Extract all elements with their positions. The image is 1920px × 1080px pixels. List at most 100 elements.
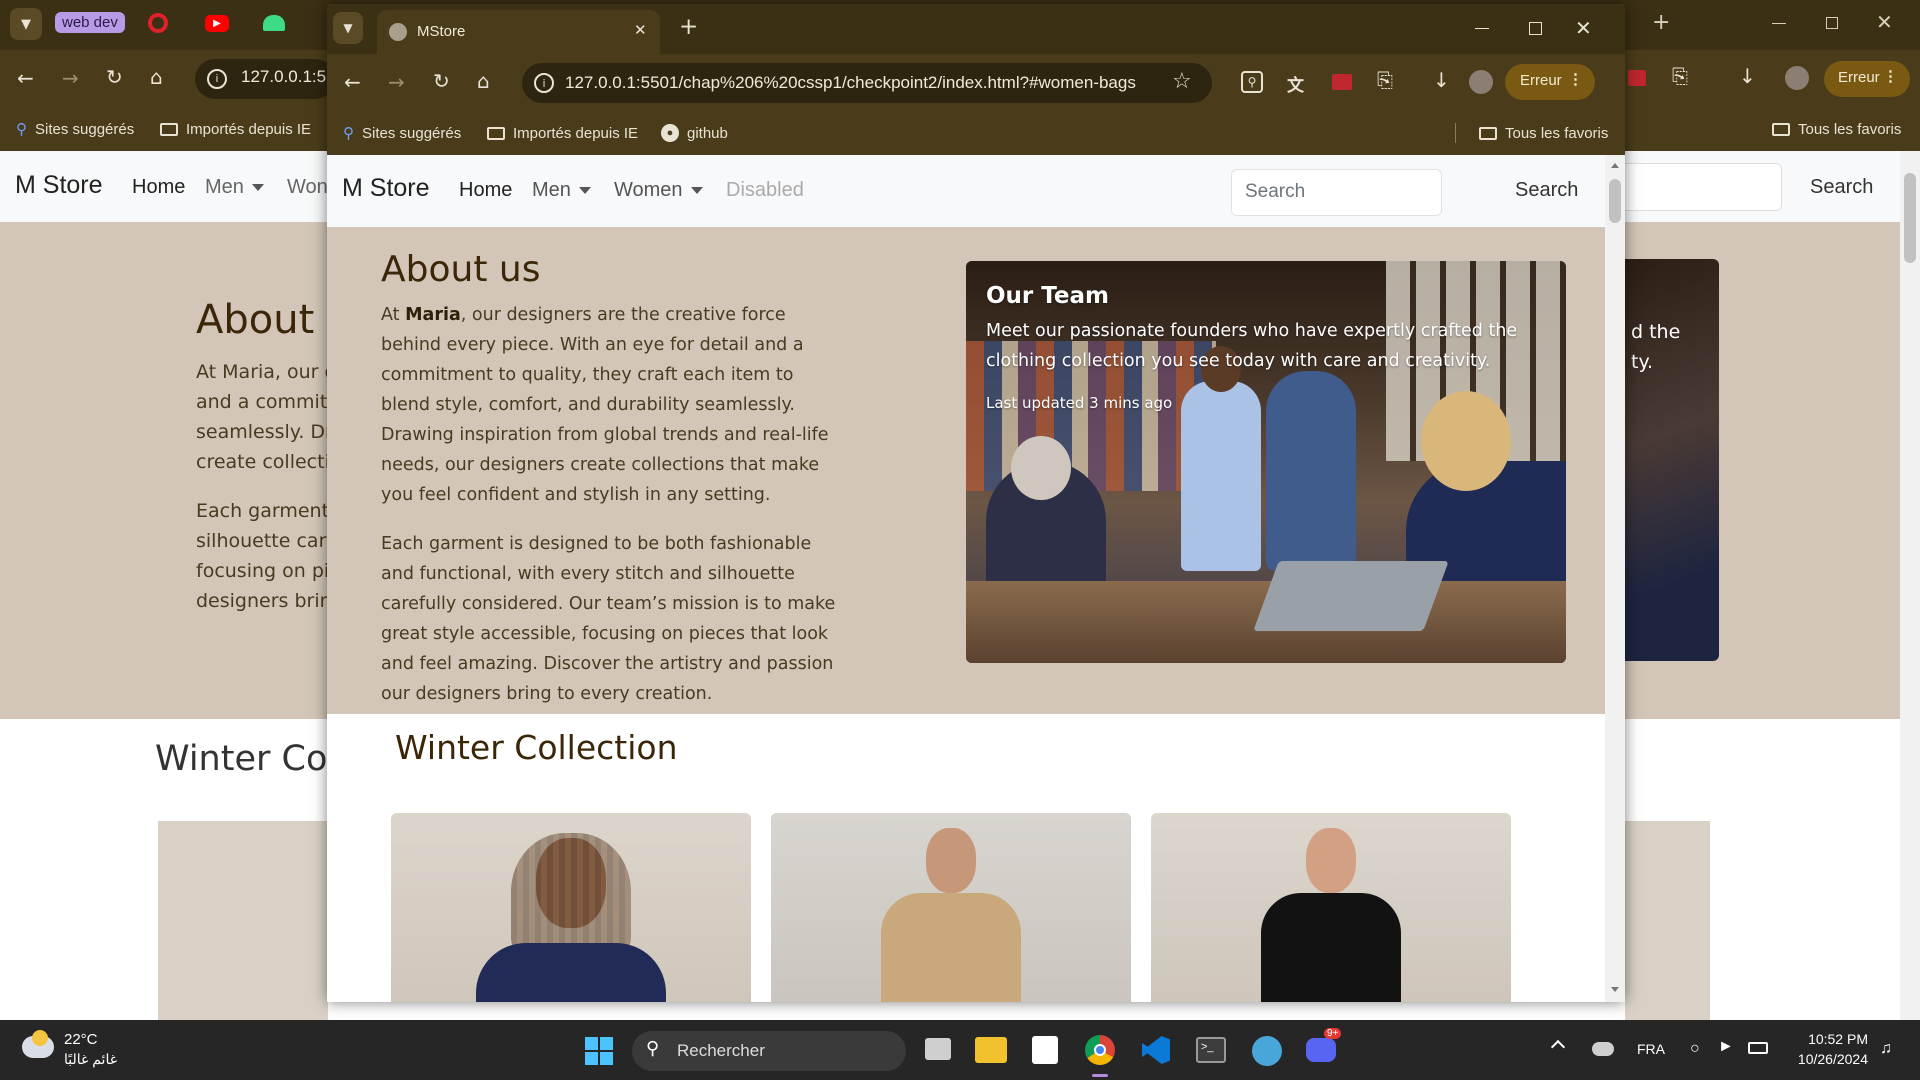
onedrive-icon[interactable] [1592, 1042, 1614, 1056]
menu-dots-icon[interactable]: ⋮ [1568, 70, 1583, 88]
home-icon[interactable]: ⌂ [477, 69, 490, 93]
bg-search-button[interactable]: Search [1810, 176, 1873, 199]
page-scrollbar[interactable] [1605, 155, 1625, 1002]
product-card[interactable] [771, 813, 1131, 1002]
bg-nav-home[interactable]: Home [132, 176, 185, 199]
android-icon[interactable] [263, 15, 285, 31]
bg-profile-button[interactable]: Erreur ⋮ [1824, 61, 1910, 97]
nav-home[interactable]: Home [459, 179, 512, 202]
youtube-icon[interactable]: ▶ [205, 15, 229, 32]
search-button[interactable]: Search [1515, 179, 1578, 202]
close-tab-icon[interactable]: ✕ [634, 21, 647, 39]
reload-icon[interactable]: ↻ [106, 65, 123, 89]
new-tab-icon[interactable]: + [679, 14, 698, 40]
chevron-down-icon [251, 184, 264, 192]
bookmark-suggested[interactable]: ⚲ Sites suggérés [343, 111, 461, 155]
back-icon[interactable]: ← [17, 66, 34, 90]
nav-label: Men [532, 179, 571, 201]
text-line: designers bring [196, 590, 344, 612]
forward-icon[interactable]: → [388, 70, 405, 94]
text-line: focusing on pie [196, 560, 341, 582]
address-bar[interactable]: i 127.0.0.1:5501/chap%206%20cssp1/checkp… [522, 63, 1212, 103]
bg-nav-men[interactable]: Men [205, 176, 264, 199]
close-icon[interactable]: ✕ [1876, 10, 1893, 34]
extensions-icon[interactable]: ⎘ [1377, 68, 1393, 92]
bg-nav-women[interactable]: Won [287, 176, 328, 199]
file-explorer-icon[interactable] [975, 1037, 1007, 1063]
extension-red-icon[interactable] [1332, 74, 1352, 90]
close-window-icon[interactable]: ✕ [1575, 16, 1592, 40]
bg-scrollbar[interactable] [1900, 151, 1920, 1020]
extensions-icon[interactable]: ⎘ [1672, 64, 1688, 88]
laptop [1253, 561, 1449, 631]
opera-icon[interactable] [148, 13, 168, 33]
reload-icon[interactable]: ↻ [433, 69, 450, 93]
download-icon[interactable]: ↓ [1433, 68, 1450, 92]
brand-logo[interactable]: M Store [342, 174, 430, 203]
menu-dots-icon[interactable]: ⋮ [1883, 67, 1898, 85]
scroll-down-icon[interactable] [1611, 987, 1619, 992]
product-card[interactable] [391, 813, 751, 1002]
wifi-icon[interactable]: ○ [1690, 1040, 1700, 1058]
download-icon[interactable]: ↓ [1739, 64, 1756, 88]
profile-label: Erreur [1520, 72, 1562, 89]
card-text: Meet our passionate founders who have ex… [986, 321, 1518, 371]
language-indicator[interactable]: FRA [1637, 1041, 1665, 1057]
search-input[interactable]: Search [1231, 169, 1442, 216]
star-icon[interactable]: ☆ [1172, 69, 1192, 94]
scrollbar-thumb[interactable] [1609, 179, 1621, 223]
clock[interactable]: 10:52 PM 10/26/2024 [1784, 1029, 1868, 1069]
terminal-icon[interactable]: >_ [1196, 1037, 1226, 1063]
bookmark-all-favorites[interactable]: Tous les favoris [1772, 107, 1901, 151]
volume-icon[interactable]: ► [1718, 1038, 1734, 1056]
site-info-icon[interactable]: i [207, 69, 227, 89]
new-tab-icon[interactable]: + [1652, 10, 1670, 35]
lens-extension-icon[interactable]: ⚲ [1241, 71, 1263, 93]
card-text-line: ty. [1631, 351, 1654, 373]
bg-tab-group-web-dev[interactable]: web dev [55, 12, 125, 33]
taskbar-search[interactable]: ⚲ Rechercher [632, 1031, 906, 1071]
tab-search-button[interactable]: ▼ [10, 8, 42, 40]
profile-button[interactable]: Erreur ⋮ [1505, 64, 1595, 100]
chrome-icon[interactable] [1085, 1035, 1115, 1065]
vscode-icon[interactable] [1142, 1036, 1170, 1064]
extension-red-icon[interactable] [1628, 70, 1646, 86]
bookmark-all-favorites[interactable]: Tous les favoris [1479, 111, 1608, 155]
bookmark-github[interactable]: ● github [661, 111, 728, 155]
bg-brand[interactable]: M Store [15, 171, 103, 200]
bookmark-suggested[interactable]: ⚲ Sites suggérés [16, 107, 134, 151]
home-icon[interactable]: ⌂ [150, 65, 163, 89]
maximize-icon[interactable] [1529, 22, 1542, 35]
site-info-icon[interactable]: i [534, 73, 554, 93]
task-view-icon[interactable] [925, 1038, 951, 1060]
weather-widget[interactable]: 22°C غائم غالبًا [20, 1030, 140, 1072]
notification-bell-icon[interactable]: ♫ [1880, 1040, 1892, 1058]
bookmark-imported-ie[interactable]: Importés depuis IE [487, 111, 638, 155]
nav-men[interactable]: Men [532, 179, 591, 202]
scroll-up-icon[interactable] [1611, 163, 1619, 168]
battery-icon[interactable] [1748, 1042, 1768, 1054]
translate-icon[interactable]: 文 [1287, 71, 1304, 96]
back-icon[interactable]: ← [344, 70, 361, 94]
nav-women[interactable]: Women [614, 179, 703, 202]
minimize-icon[interactable] [1475, 28, 1489, 29]
restore-icon[interactable] [1826, 17, 1838, 29]
ms-store-icon[interactable] [1032, 1036, 1058, 1064]
page-viewport: M Store Home Men Women Disabled Search S… [327, 155, 1625, 1002]
p1-pre: At [381, 305, 406, 325]
start-button[interactable] [585, 1037, 613, 1065]
avatar[interactable] [1469, 70, 1493, 94]
product-card[interactable] [1151, 813, 1511, 1002]
scrollbar-thumb[interactable] [1904, 173, 1916, 263]
avatar[interactable] [1785, 66, 1809, 90]
bookmark-imported-ie[interactable]: Importés depuis IE [160, 107, 311, 151]
bg-address-bar[interactable]: i 127.0.0.1:55 [195, 59, 335, 99]
browser-app-icon[interactable] [1252, 1036, 1282, 1066]
forward-icon[interactable]: → [62, 66, 79, 90]
discord-icon[interactable]: 9+ [1306, 1028, 1342, 1062]
minimize-icon[interactable] [1772, 23, 1786, 24]
active-tab[interactable]: MStore ✕ [377, 10, 660, 54]
tab-search-button[interactable]: ▼ [333, 12, 363, 44]
bg-search-input[interactable] [1625, 163, 1782, 211]
tray-chevron-up-icon[interactable] [1550, 1039, 1566, 1055]
